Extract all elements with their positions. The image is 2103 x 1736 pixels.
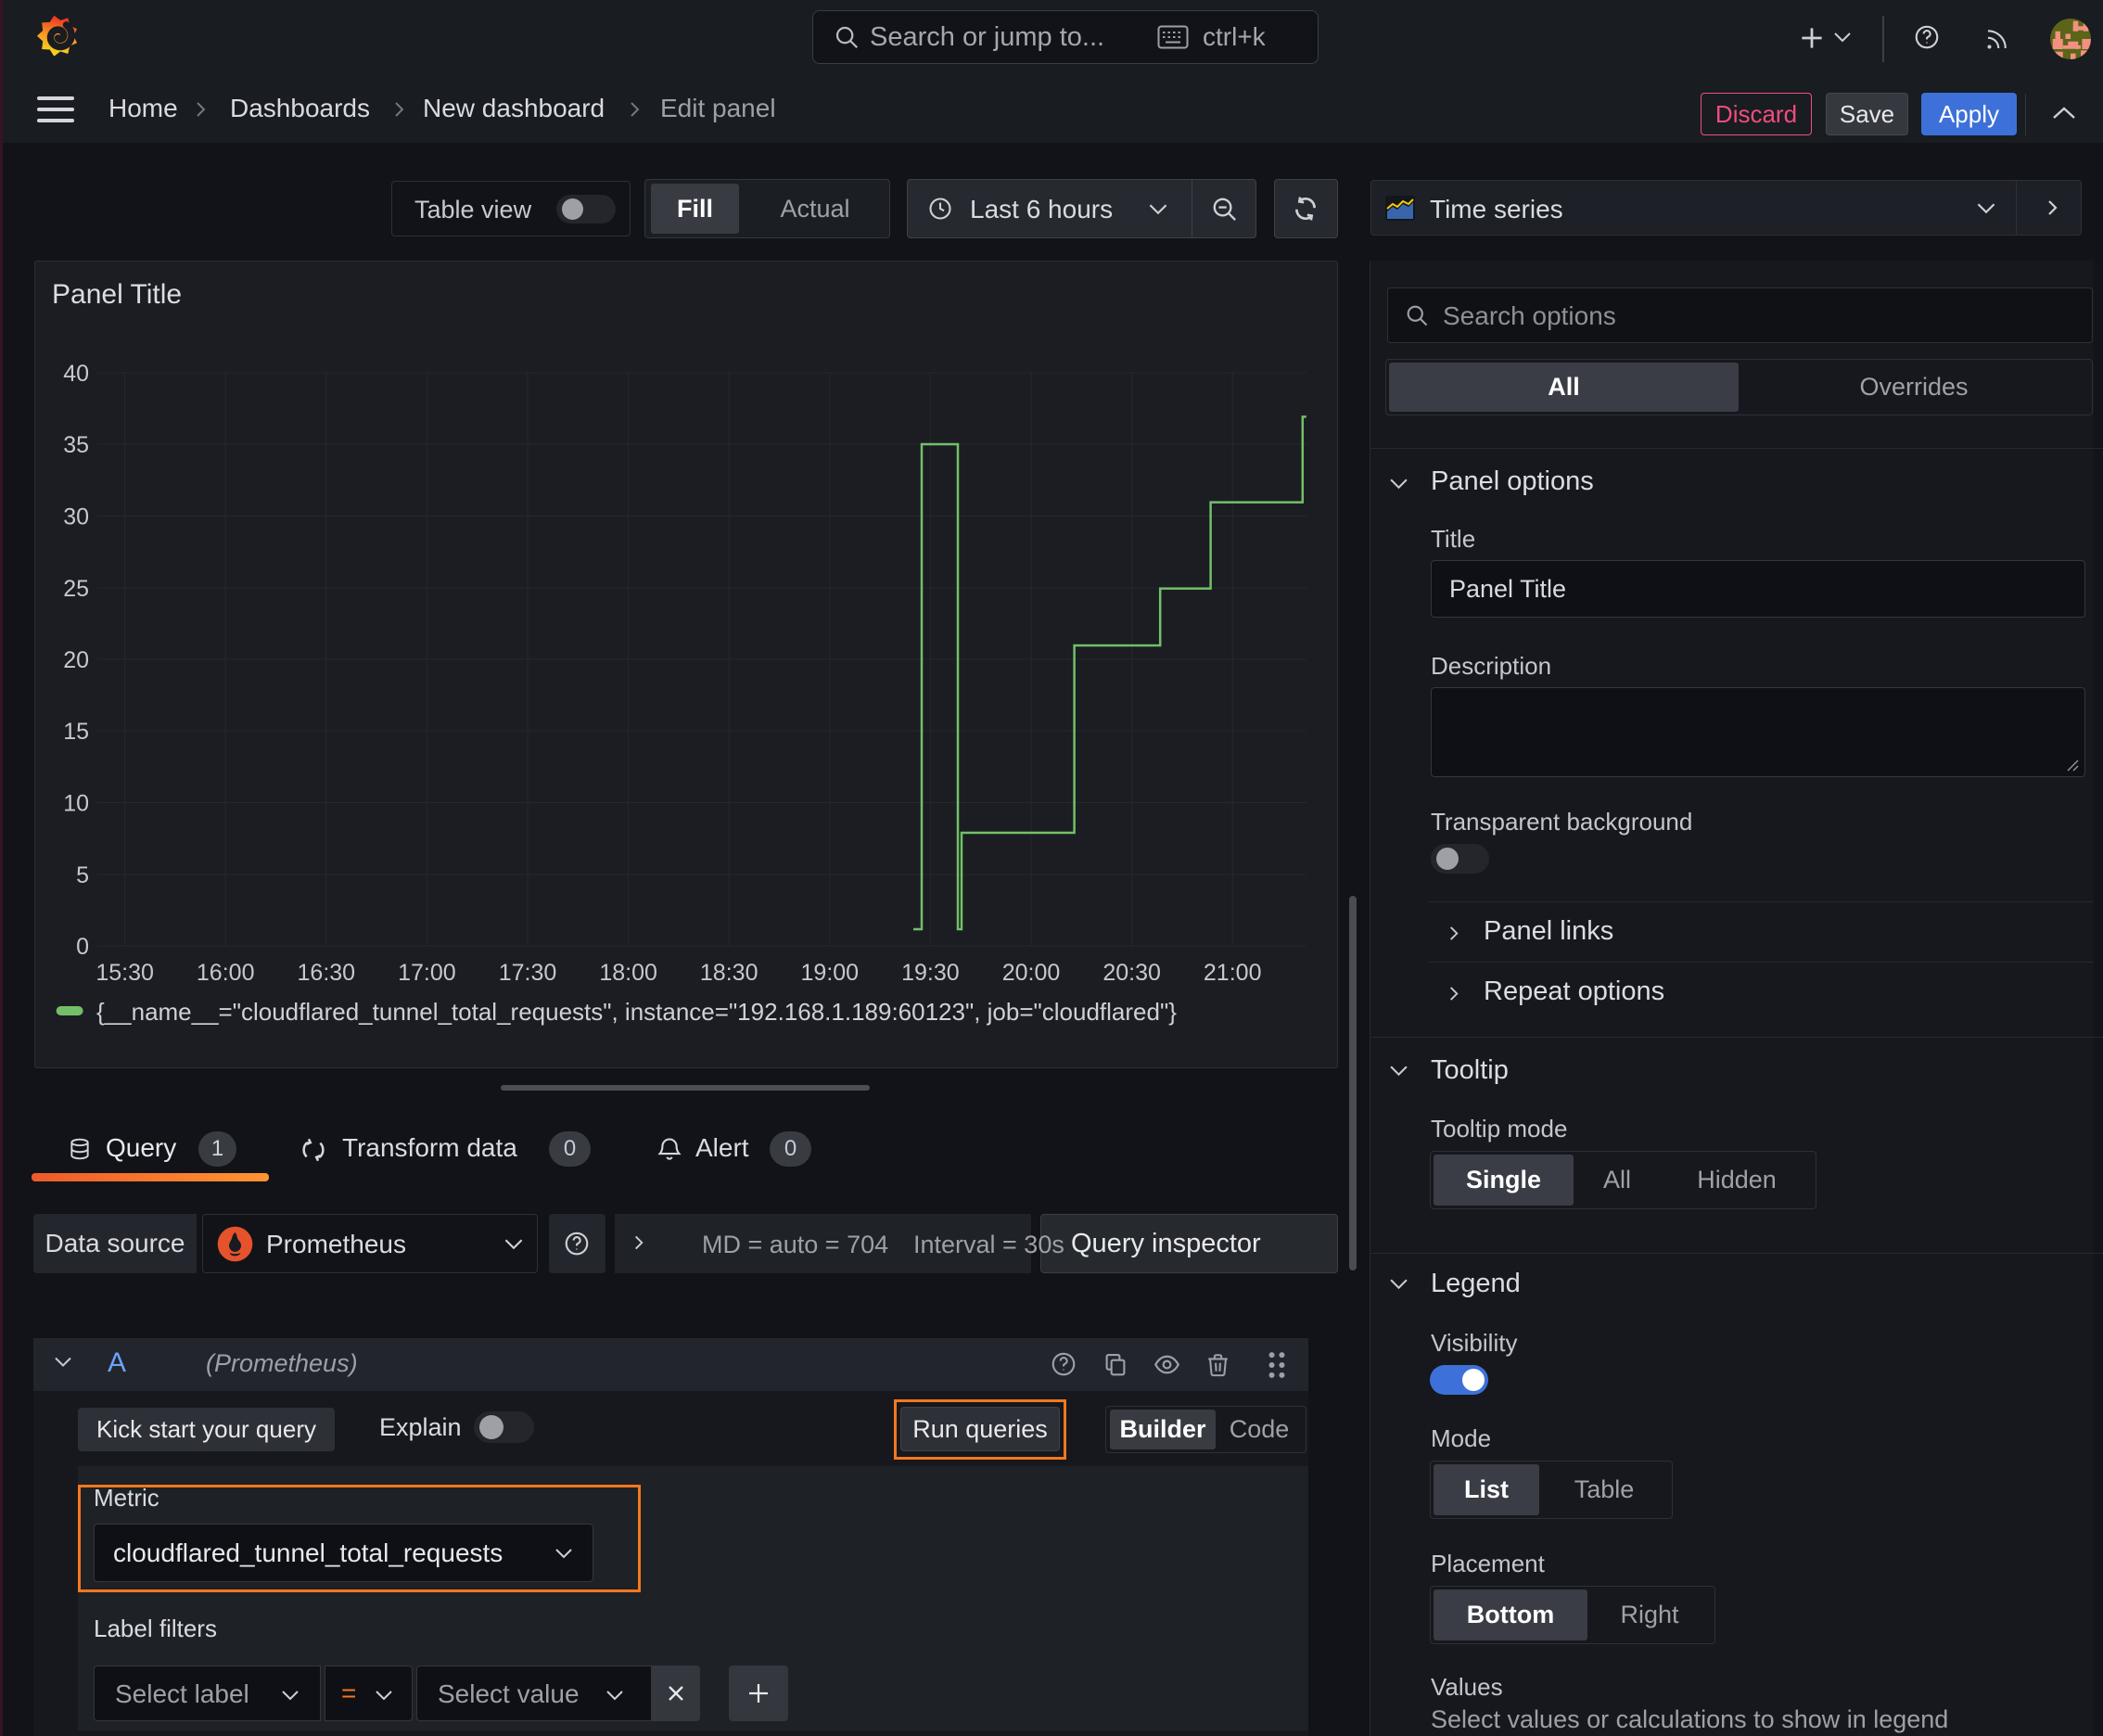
svg-text:10: 10	[63, 791, 89, 817]
svg-text:40: 40	[63, 361, 89, 387]
svg-text:17:30: 17:30	[499, 960, 557, 986]
svg-text:5: 5	[76, 862, 89, 888]
svg-text:20: 20	[63, 647, 89, 673]
svg-text:17:00: 17:00	[398, 960, 456, 986]
svg-text:15: 15	[63, 719, 89, 745]
svg-text:0: 0	[76, 934, 89, 960]
svg-text:16:30: 16:30	[298, 960, 356, 986]
svg-text:18:00: 18:00	[599, 960, 657, 986]
svg-text:19:30: 19:30	[901, 960, 960, 986]
svg-text:20:00: 20:00	[1002, 960, 1061, 986]
svg-text:15:30: 15:30	[96, 960, 154, 986]
svg-text:20:30: 20:30	[1102, 960, 1161, 986]
svg-text:18:30: 18:30	[700, 960, 758, 986]
svg-text:35: 35	[63, 432, 89, 458]
svg-text:{__name__="cloudflared_tunnel_: {__name__="cloudflared_tunnel_total_requ…	[96, 998, 1177, 1026]
svg-text:21:00: 21:00	[1204, 960, 1262, 986]
svg-text:25: 25	[63, 576, 89, 602]
svg-text:19:00: 19:00	[801, 960, 860, 986]
svg-text:30: 30	[63, 504, 89, 530]
svg-text:16:00: 16:00	[197, 960, 255, 986]
